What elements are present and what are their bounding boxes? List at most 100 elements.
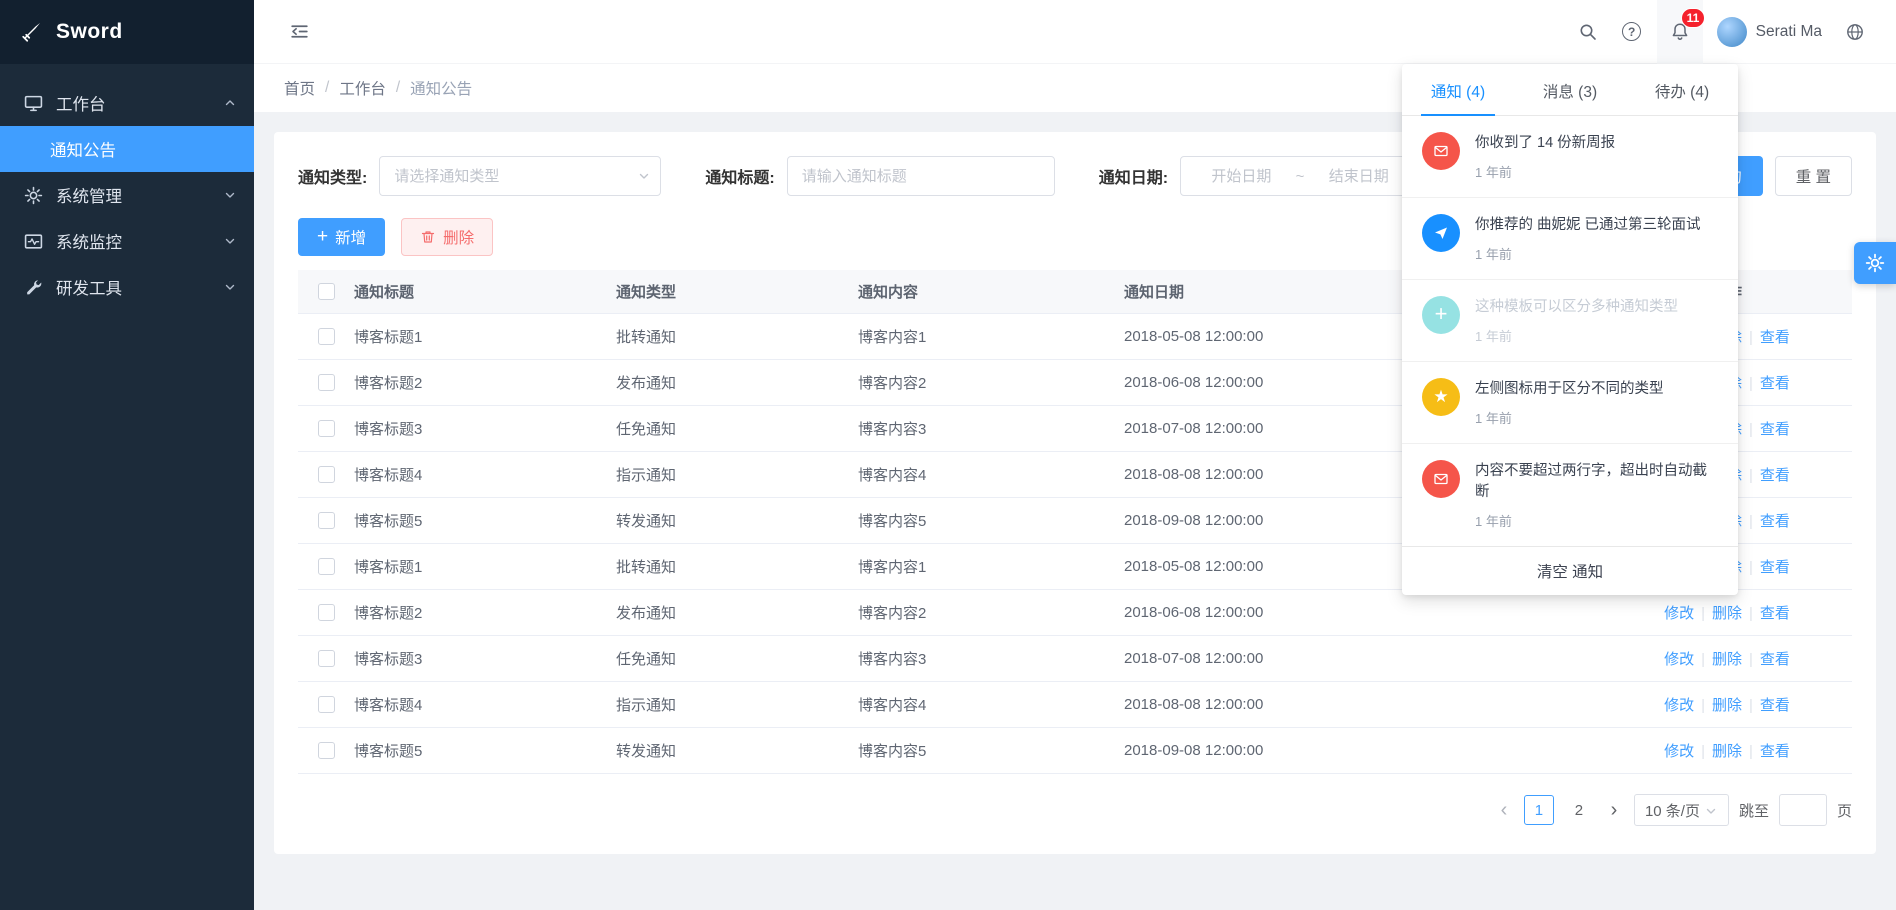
reset-button[interactable]: 重 置 xyxy=(1775,156,1852,196)
next-page-button[interactable]: › xyxy=(1604,800,1624,820)
row-checkbox[interactable] xyxy=(318,466,335,483)
tab-todos[interactable]: 待办 (4) xyxy=(1626,64,1738,115)
delete-link[interactable]: 删除 xyxy=(1712,697,1742,714)
view-link[interactable]: 查看 xyxy=(1760,697,1790,714)
type-filter-label: 通知类型: xyxy=(298,164,367,188)
notification-bell-icon[interactable]: 11 xyxy=(1657,0,1703,64)
page-number-1[interactable]: 1 xyxy=(1524,795,1554,825)
page-number-2[interactable]: 2 xyxy=(1564,795,1594,825)
prev-page-button[interactable]: ‹ xyxy=(1494,800,1514,820)
row-checkbox-cell xyxy=(298,696,354,713)
title-input[interactable] xyxy=(787,156,1055,196)
row-checkbox[interactable] xyxy=(318,558,335,575)
send-icon xyxy=(1422,214,1460,252)
notification-dropdown: 通知 (4) 消息 (3) 待办 (4) 你收到了 14 份新周报 1 年前 你… xyxy=(1402,64,1738,595)
page-size-select[interactable]: 10 条/页 xyxy=(1634,794,1729,826)
view-link[interactable]: 查看 xyxy=(1760,651,1790,668)
delete-link[interactable]: 删除 xyxy=(1712,605,1742,622)
delete-link[interactable]: 删除 xyxy=(1712,743,1742,760)
chevron-down-icon xyxy=(1705,805,1717,817)
link-separator: | xyxy=(1749,467,1753,484)
notification-item[interactable]: 内容不要超过两行字，超出时自动截断 1 年前 xyxy=(1402,444,1738,547)
select-all-checkbox[interactable] xyxy=(318,283,335,300)
tab-messages[interactable]: 消息 (3) xyxy=(1514,64,1626,115)
notification-item[interactable]: 你收到了 14 份新周报 1 年前 xyxy=(1402,116,1738,198)
edit-link[interactable]: 修改 xyxy=(1664,697,1694,714)
delete-button-label: 删除 xyxy=(443,226,474,248)
delete-link[interactable]: 删除 xyxy=(1712,651,1742,668)
view-link[interactable]: 查看 xyxy=(1760,467,1790,484)
search-icon[interactable] xyxy=(1569,10,1607,54)
star-icon: ★ xyxy=(1422,378,1460,416)
sidebar-item-system-monitor[interactable]: 系统监控 xyxy=(0,218,254,264)
view-link[interactable]: 查看 xyxy=(1760,743,1790,760)
row-checkbox[interactable] xyxy=(318,374,335,391)
view-link[interactable]: 查看 xyxy=(1760,559,1790,576)
settings-fab-button[interactable] xyxy=(1854,242,1896,284)
type-select-input[interactable] xyxy=(379,156,661,196)
language-globe-icon[interactable] xyxy=(1836,10,1874,54)
notification-text: 你推荐的 曲妮妮 已通过第三轮面试 xyxy=(1475,214,1701,236)
tab-notifications[interactable]: 通知 (4) xyxy=(1402,64,1514,115)
sidebar-item-system-manage[interactable]: 系统管理 xyxy=(0,172,254,218)
type-select[interactable] xyxy=(379,156,661,196)
clear-notifications-button[interactable]: 清空 通知 xyxy=(1402,547,1738,595)
link-separator: | xyxy=(1749,559,1753,576)
notification-item[interactable]: ★ 左侧图标用于区分不同的类型 1 年前 xyxy=(1402,362,1738,444)
sidebar-item-notice[interactable]: 通知公告 xyxy=(0,126,254,172)
cell-content: 博客内容3 xyxy=(858,418,1124,439)
chevron-down-icon xyxy=(224,281,236,293)
avatar xyxy=(1717,17,1747,47)
notification-item[interactable]: + 这种模板可以区分多种通知类型 1 年前 xyxy=(1402,280,1738,362)
delete-button[interactable]: 删除 xyxy=(401,218,493,256)
notification-item[interactable]: 你推荐的 曲妮妮 已通过第三轮面试 1 年前 xyxy=(1402,198,1738,280)
date-range-picker[interactable]: ~ xyxy=(1180,156,1420,196)
row-checkbox[interactable] xyxy=(318,742,335,759)
view-link[interactable]: 查看 xyxy=(1760,421,1790,438)
edit-link[interactable]: 修改 xyxy=(1664,605,1694,622)
row-checkbox[interactable] xyxy=(318,604,335,621)
notification-body: 左侧图标用于区分不同的类型 1 年前 xyxy=(1475,378,1664,427)
row-checkbox-cell xyxy=(298,650,354,667)
mail-icon xyxy=(1422,132,1460,170)
title-filter-label: 通知标题: xyxy=(705,164,774,188)
row-checkbox[interactable] xyxy=(318,512,335,529)
cell-date: 2018-06-08 12:00:00 xyxy=(1124,604,1602,621)
view-link[interactable]: 查看 xyxy=(1760,329,1790,346)
link-separator: | xyxy=(1749,651,1753,668)
collapse-sidebar-icon[interactable] xyxy=(280,10,318,54)
cell-operations: 修改|删除|查看 xyxy=(1602,602,1852,623)
sidebar-item-workbench[interactable]: 工作台 xyxy=(0,80,254,126)
row-checkbox[interactable] xyxy=(318,328,335,345)
start-date-input[interactable] xyxy=(1189,168,1294,185)
breadcrumb-home[interactable]: 首页 xyxy=(284,77,315,99)
edit-link[interactable]: 修改 xyxy=(1664,651,1694,668)
cell-title: 博客标题2 xyxy=(354,372,616,393)
row-checkbox[interactable] xyxy=(318,650,335,667)
view-link[interactable]: 查看 xyxy=(1760,605,1790,622)
header-checkbox-cell xyxy=(298,283,354,300)
row-checkbox[interactable] xyxy=(318,696,335,713)
notification-tabs: 通知 (4) 消息 (3) 待办 (4) xyxy=(1402,64,1738,116)
view-link[interactable]: 查看 xyxy=(1760,375,1790,392)
jump-page-input[interactable] xyxy=(1779,794,1827,826)
help-icon[interactable]: ? xyxy=(1613,10,1651,54)
link-separator: | xyxy=(1749,605,1753,622)
app-logo[interactable]: Sword xyxy=(0,0,254,64)
breadcrumb-workbench[interactable]: 工作台 xyxy=(339,77,386,99)
wrench-icon xyxy=(24,278,43,297)
sidebar-item-dev-tools[interactable]: 研发工具 xyxy=(0,264,254,310)
add-button[interactable]: + 新增 xyxy=(298,218,385,256)
monitor-pulse-icon xyxy=(24,232,43,251)
reset-button-label: 重 置 xyxy=(1796,165,1831,187)
table-row: 博客标题5 转发通知 博客内容5 2018-09-08 12:00:00 修改|… xyxy=(298,728,1852,774)
end-date-input[interactable] xyxy=(1306,168,1411,185)
cell-type: 批转通知 xyxy=(616,556,858,577)
plus-icon: + xyxy=(1422,296,1460,334)
breadcrumb-separator: / xyxy=(325,79,329,97)
user-menu[interactable]: Serati Ma xyxy=(1717,17,1822,47)
row-checkbox[interactable] xyxy=(318,420,335,437)
edit-link[interactable]: 修改 xyxy=(1664,743,1694,760)
view-link[interactable]: 查看 xyxy=(1760,513,1790,530)
cell-content: 博客内容5 xyxy=(858,740,1124,761)
